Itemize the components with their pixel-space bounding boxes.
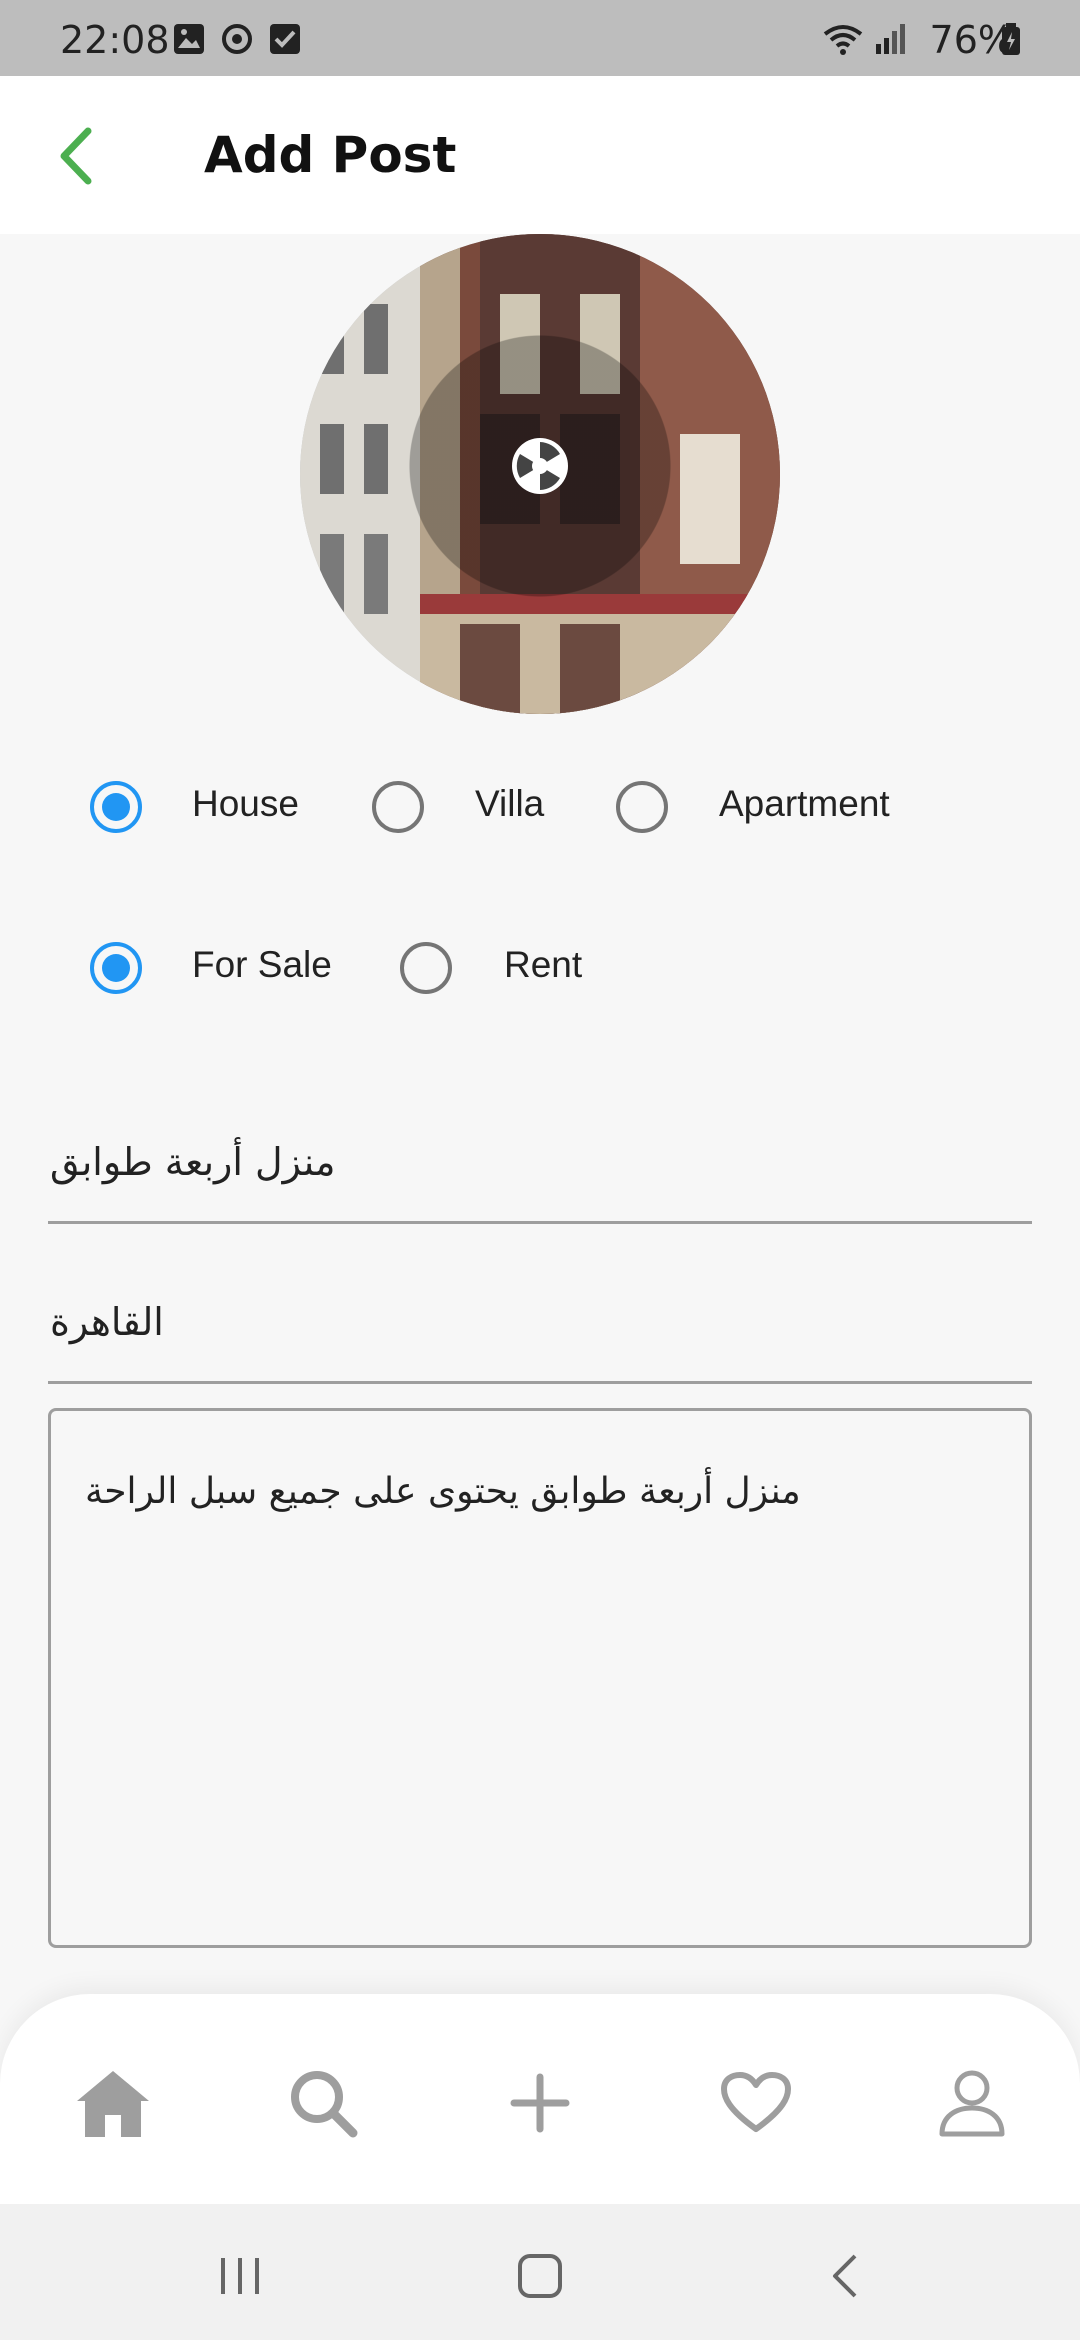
radio-for-sale-label[interactable]: For Sale (192, 944, 332, 986)
chevron-left-icon (60, 127, 92, 185)
nav-favorites[interactable] (711, 2058, 801, 2148)
nav-search[interactable] (278, 2058, 368, 2148)
recents-button[interactable] (210, 2246, 270, 2306)
back-arrow-icon (833, 2254, 857, 2298)
nav-profile[interactable] (927, 2058, 1017, 2148)
radio-for-sale[interactable] (90, 942, 142, 994)
radio-villa[interactable] (372, 781, 424, 833)
radio-rent[interactable] (400, 942, 452, 994)
nav-add[interactable] (495, 2058, 585, 2148)
system-back-button[interactable] (814, 2246, 874, 2306)
description-textarea[interactable]: منزل أربعة طوابق يحتوى على جميع سبل الرا… (48, 1408, 1032, 1948)
home-icon (77, 2071, 149, 2137)
app-bar: Add Post (0, 76, 1080, 234)
search-icon (291, 2071, 358, 2138)
image-icon (174, 24, 204, 54)
location-field[interactable]: القاهرة (48, 1274, 1032, 1384)
description-value: منزل أربعة طوابق يحتوى على جميع سبل الرا… (85, 1471, 801, 1512)
listing-type-group: For Sale Rent (0, 928, 1080, 1008)
sync-icon (222, 24, 252, 54)
radio-villa-label[interactable]: Villa (475, 783, 544, 825)
post-photo[interactable] (300, 234, 780, 714)
title-field[interactable]: منزل أربعة طوابق (48, 1114, 1032, 1224)
system-nav-bar (0, 2204, 1080, 2340)
signal-icon (876, 24, 905, 54)
square-home-icon (518, 2254, 562, 2298)
profile-icon (939, 2070, 1005, 2137)
radio-house-label[interactable]: House (192, 783, 299, 825)
checkbox-icon (270, 24, 300, 54)
radio-house[interactable] (90, 781, 142, 833)
property-type-group: House Villa Apartment (0, 767, 1080, 847)
status-time: 22:08 (60, 18, 170, 62)
camera-shutter-icon[interactable] (510, 436, 570, 496)
radio-rent-label[interactable]: Rent (504, 944, 582, 986)
heart-icon (721, 2072, 791, 2132)
page-title: Add Post (204, 126, 457, 184)
radio-apartment[interactable] (616, 781, 668, 833)
nav-home[interactable] (68, 2058, 158, 2148)
wifi-icon (823, 25, 863, 55)
recents-icon (221, 2258, 259, 2294)
back-button[interactable] (36, 116, 116, 196)
bottom-nav (0, 1994, 1080, 2204)
battery-icon (1002, 23, 1020, 55)
location-field-value: القاهرة (50, 1300, 164, 1344)
title-field-value: منزل أربعة طوابق (50, 1140, 336, 1184)
home-system-button[interactable] (510, 2246, 570, 2306)
add-icon (510, 2073, 570, 2133)
status-bar: 22:08 76% (0, 0, 1080, 76)
radio-apartment-label[interactable]: Apartment (719, 783, 890, 825)
